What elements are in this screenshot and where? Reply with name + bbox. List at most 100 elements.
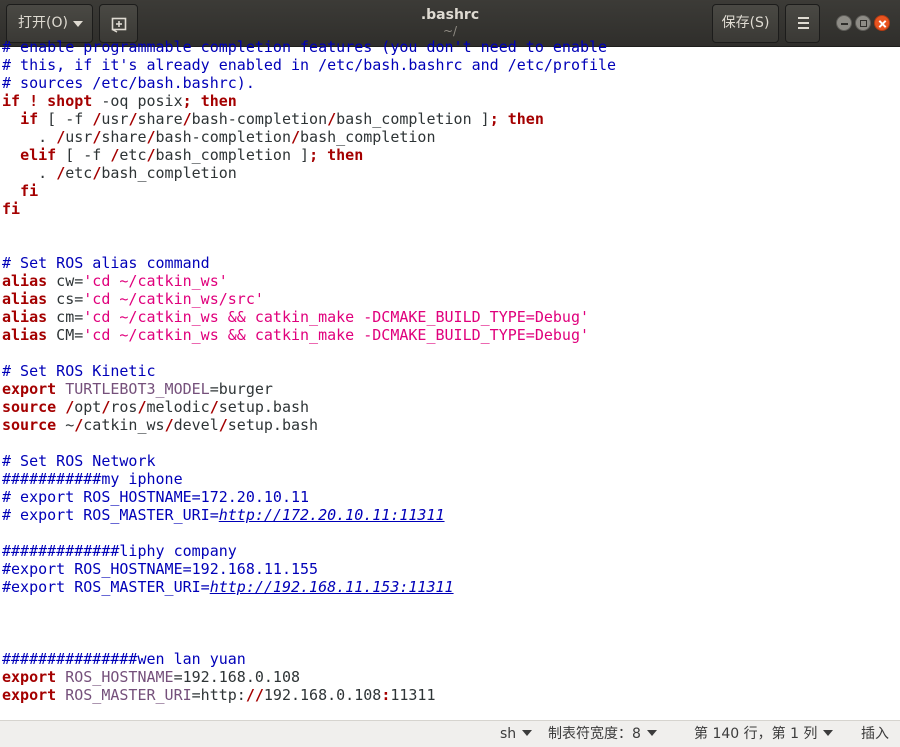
cursor-position-selector[interactable]: 第 140 行，第 1 列	[694, 721, 834, 747]
code-token: /	[92, 110, 102, 128]
code-line: source /opt/ros/melodic/setup.bash	[2, 398, 900, 416]
code-token: /	[65, 398, 75, 416]
code-token: alias	[2, 290, 48, 308]
code-token: bash-completion	[191, 110, 328, 128]
code-token: fi	[2, 200, 21, 218]
chevron-down-icon	[646, 730, 657, 736]
code-token: if	[20, 110, 39, 128]
code-token: share	[101, 128, 147, 146]
code-token: fi	[20, 182, 39, 200]
code-token: bash_completion	[300, 128, 436, 146]
code-token: shopt	[47, 92, 93, 110]
code-token: :	[381, 686, 391, 704]
text-editor[interactable]: # enable programmable completion feature…	[0, 38, 900, 720]
cursor-position-label: 第 140 行，第 1 列	[694, 726, 818, 742]
code-token: ros	[110, 398, 138, 416]
code-token: =192.168.0.108	[173, 668, 301, 686]
open-button-label: 打开(O)	[18, 15, 68, 31]
code-token: /	[92, 164, 102, 182]
minimize-button[interactable]	[836, 15, 852, 31]
code-token: cs=	[47, 290, 84, 308]
code-token: ROS_HOSTNAME	[65, 668, 174, 686]
window-title: .bashrc ~/	[300, 6, 600, 38]
code-token: 192.168.0.108	[263, 686, 382, 704]
code-token: melodic	[146, 398, 210, 416]
file-path: ~/	[442, 24, 458, 38]
code-line: fi	[2, 200, 900, 218]
code-token: source	[2, 398, 57, 416]
code-line: alias cw='cd ~/catkin_ws'	[2, 272, 900, 290]
chevron-down-icon	[522, 730, 533, 736]
code-line: alias cs='cd ~/catkin_ws/src'	[2, 290, 900, 308]
url-link[interactable]: http://172.20.10.11:11311	[219, 506, 445, 524]
code-token: export	[2, 668, 57, 686]
code-token: alias	[2, 326, 48, 344]
code-line: ###############wen lan yuan	[2, 650, 900, 668]
chevron-down-icon	[73, 21, 83, 27]
code-token: 'cd ~/catkin_ws && catkin_make -DCMAKE_B…	[83, 308, 590, 326]
code-line: #export ROS_HOSTNAME=192.168.11.155	[2, 560, 900, 578]
language-label: sh	[500, 726, 517, 742]
code-token: .	[2, 128, 57, 146]
code-token: cm=	[47, 308, 84, 326]
code-token: export	[2, 380, 57, 398]
code-token: ~	[56, 416, 75, 434]
code-line: # Set ROS Kinetic	[2, 362, 900, 380]
code-token: usr	[65, 128, 93, 146]
code-line: source ~/catkin_ws/devel/setup.bash	[2, 416, 900, 434]
code-token: 'cd ~/catkin_ws'	[83, 272, 228, 290]
code-token: CM=	[47, 326, 84, 344]
code-token: /	[56, 128, 66, 146]
code-token: setup.bash	[218, 398, 310, 416]
code-token: .	[2, 164, 57, 182]
file-name: .bashrc	[420, 7, 480, 23]
close-button[interactable]	[874, 15, 890, 31]
maximize-icon	[860, 20, 867, 27]
code-token: /	[56, 164, 66, 182]
maximize-button[interactable]	[855, 15, 871, 31]
code-token: share	[137, 110, 183, 128]
code-token: /	[164, 416, 174, 434]
code-token: devel	[173, 416, 219, 434]
code-token: opt	[74, 398, 102, 416]
code-token: ###############wen lan yuan	[2, 650, 246, 668]
new-document-icon	[111, 17, 127, 33]
code-token: catkin_ws	[83, 416, 165, 434]
url-link[interactable]: http://192.168.11.153:11311	[210, 578, 454, 596]
code-token: !	[29, 92, 39, 110]
code-token: /	[146, 146, 156, 164]
code-line: #export ROS_MASTER_URI=http://192.168.11…	[2, 578, 900, 596]
code-token: 'cd ~/catkin_ws && catkin_make -DCMAKE_B…	[83, 326, 590, 344]
code-token: /	[92, 128, 102, 146]
code-token: # export ROS_HOSTNAME=172.20.10.11	[2, 488, 310, 506]
code-token: # Set ROS Network	[2, 452, 156, 470]
code-token: source	[2, 416, 57, 434]
code-token: #############liphy company	[2, 542, 237, 560]
language-selector[interactable]: sh	[500, 721, 533, 747]
code-line: . /usr/share/bash-completion/bash_comple…	[2, 128, 900, 146]
code-token: then	[327, 146, 364, 164]
code-token: =burger	[209, 380, 273, 398]
code-token: /	[74, 416, 84, 434]
code-token: ;	[489, 110, 499, 128]
code-token: if	[2, 92, 21, 110]
code-token: # Set ROS alias command	[2, 254, 210, 272]
code-token: then	[200, 92, 237, 110]
tab-width-selector[interactable]: 制表符宽度：8	[548, 721, 657, 747]
code-token: ;	[309, 146, 319, 164]
code-token: etc	[119, 146, 147, 164]
code-line: export ROS_MASTER_URI=http://192.168.0.1…	[2, 686, 900, 704]
code-token: export	[2, 686, 57, 704]
